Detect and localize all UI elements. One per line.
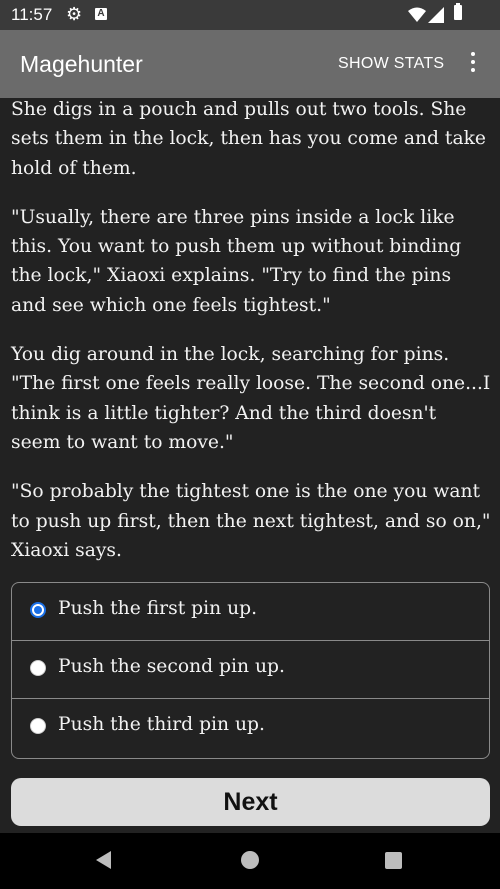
back-icon[interactable] [96, 851, 111, 869]
status-time: 11:57 [11, 5, 53, 24]
recents-icon[interactable] [385, 852, 402, 869]
radio-button[interactable] [30, 660, 46, 676]
a-icon: A [95, 8, 107, 20]
show-stats-button[interactable]: SHOW STATS [338, 55, 444, 73]
choice-option-second-pin[interactable]: Push the second pin up. [12, 641, 489, 699]
choice-label: Push the first pin up. [58, 598, 258, 619]
home-icon[interactable] [241, 851, 259, 869]
more-vert-icon[interactable] [466, 52, 480, 76]
battery-icon [454, 3, 462, 20]
status-bar: 11:57 ⚙ A [0, 0, 500, 30]
radio-button-selected[interactable] [30, 602, 46, 618]
navigation-bar [0, 833, 500, 889]
story-paragraph: You dig around in the lock, searching fo… [11, 344, 491, 453]
story-paragraph: "Usually, there are three pins inside a … [11, 206, 462, 316]
choice-list: Push the first pin up. Push the second p… [11, 582, 490, 759]
radio-button[interactable] [30, 718, 46, 734]
gear-icon: ⚙ [66, 4, 83, 24]
app-title: Magehunter [20, 51, 143, 77]
choice-label: Push the second pin up. [58, 656, 285, 677]
choice-option-third-pin[interactable]: Push the third pin up. [12, 699, 489, 757]
story-text: She digs in a pouch and pulls out two to… [11, 95, 491, 585]
status-icons [408, 3, 470, 25]
choice-option-first-pin[interactable]: Push the first pin up. [12, 583, 489, 641]
app-bar: Magehunter SHOW STATS [0, 30, 500, 98]
story-paragraph: She digs in a pouch and pulls out two to… [11, 99, 486, 179]
signal-icon [428, 7, 444, 23]
choice-label: Push the third pin up. [58, 714, 265, 735]
story-paragraph: "So probably the tightest one is the one… [11, 481, 491, 561]
wifi-icon [408, 7, 426, 22]
next-button[interactable]: Next [11, 778, 490, 826]
